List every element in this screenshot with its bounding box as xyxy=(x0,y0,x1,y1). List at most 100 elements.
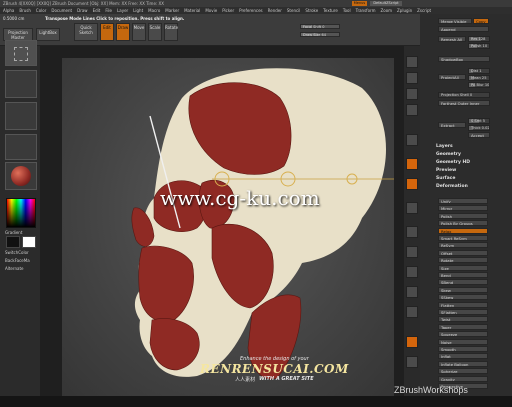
menu-tool[interactable]: Tool xyxy=(343,8,351,13)
section-geometry[interactable]: Geometry xyxy=(436,152,461,157)
farthest-outer-inner-toggle[interactable]: Farthest Outer Inner xyxy=(438,100,490,106)
deform-polish[interactable]: Polish xyxy=(438,212,488,219)
s-smt-slider[interactable]: S Smt 5 xyxy=(468,118,490,124)
menu-light[interactable]: Light xyxy=(133,8,143,13)
menu-transform[interactable]: Transform xyxy=(356,8,376,13)
actual-icon[interactable] xyxy=(406,88,418,100)
section-preview[interactable]: Preview xyxy=(436,168,456,173)
alpha-thumbnail[interactable] xyxy=(5,102,37,130)
menu-brush[interactable]: Brush xyxy=(19,8,31,13)
deform-inflate-balloon[interactable]: Inflate Balloon xyxy=(438,360,488,367)
deform-taper[interactable]: Taper xyxy=(438,323,488,330)
menu-zplugin[interactable]: Zplugin xyxy=(397,8,412,13)
deform-sbend[interactable]: SBend xyxy=(438,279,488,286)
scale-button[interactable]: Scale xyxy=(148,23,162,41)
deform-inflat[interactable]: Inflat xyxy=(438,353,488,360)
extract-button[interactable]: Extract xyxy=(438,122,466,128)
polyf-icon[interactable] xyxy=(406,306,418,318)
menu-document[interactable]: Document xyxy=(51,8,72,13)
deform-noise[interactable]: Noise xyxy=(438,338,488,345)
deform-smooth[interactable]: Smooth xyxy=(438,346,488,352)
menu-render[interactable]: Render xyxy=(268,8,282,13)
quick-sketch-button[interactable]: Quick Sketch xyxy=(74,23,98,41)
menu-color[interactable]: Color xyxy=(36,8,46,13)
projectall-button[interactable]: ProjectAll xyxy=(438,74,466,80)
deform-size[interactable]: Size xyxy=(438,264,488,271)
deform-skew[interactable]: Skew xyxy=(438,286,488,293)
menu-stencil[interactable]: Stencil xyxy=(287,8,301,13)
pa-blur-slider[interactable]: PA Blur 10 xyxy=(468,82,490,88)
copy-button[interactable]: Copy xyxy=(473,18,489,24)
thick-slider[interactable]: Thick 0.02 xyxy=(468,125,490,131)
local-icon[interactable] xyxy=(406,178,418,190)
menus-toggle-button[interactable]: Menus xyxy=(352,1,367,6)
mean-slider[interactable]: Mean 25 xyxy=(468,75,490,81)
backface-mask-button[interactable]: BackFaceMa xyxy=(5,258,30,263)
solo-icon[interactable] xyxy=(406,356,418,368)
deform-bend[interactable]: Bend xyxy=(438,272,488,278)
polish-slider[interactable]: Polish 10 xyxy=(468,43,490,49)
aahalf-icon[interactable] xyxy=(406,104,418,116)
main-color-swatch[interactable] xyxy=(22,236,36,248)
menu-draw[interactable]: Draw xyxy=(77,8,87,13)
rotate-icon[interactable] xyxy=(406,286,418,298)
canvas[interactable] xyxy=(62,58,394,396)
persp-icon[interactable] xyxy=(406,134,418,146)
section-deformation[interactable]: Deformation xyxy=(436,184,468,189)
deform-rotate[interactable]: Rotate xyxy=(438,257,488,264)
alternate-button[interactable]: Alternate xyxy=(5,266,23,271)
menu-zscript[interactable]: Zscript xyxy=(417,8,431,13)
menu-texture[interactable]: Texture xyxy=(323,8,338,13)
section-layers[interactable]: Layers xyxy=(436,144,453,149)
draw-button[interactable]: Draw xyxy=(116,23,130,41)
zoom-icon[interactable] xyxy=(406,72,418,84)
color-picker[interactable] xyxy=(6,198,36,228)
move-icon[interactable] xyxy=(406,246,418,258)
accept-button[interactable]: Accept xyxy=(468,132,490,138)
deform-flatten[interactable]: Flatten xyxy=(438,301,488,308)
floor-icon[interactable] xyxy=(406,158,418,170)
menu-stroke[interactable]: Stroke xyxy=(305,8,318,13)
deform-resym[interactable]: ReSym xyxy=(438,242,488,249)
menu-macro[interactable]: Macro xyxy=(148,8,160,13)
menu-marker[interactable]: Marker xyxy=(165,8,179,13)
texture-thumbnail[interactable] xyxy=(5,134,37,160)
deform-spherize[interactable]: Spherize xyxy=(438,368,488,375)
deform-offset[interactable]: Offset xyxy=(438,249,488,256)
material-thumbnail[interactable] xyxy=(5,162,37,190)
secondary-color-swatch[interactable] xyxy=(6,236,20,248)
default-zscript-button[interactable]: DefaultZScript xyxy=(370,1,402,6)
section-surface[interactable]: Surface xyxy=(436,176,455,181)
shadowbox-button[interactable]: ShadowBox xyxy=(438,56,490,62)
deform-mirror[interactable]: Mirror xyxy=(438,205,488,212)
menu-picker[interactable]: Picker xyxy=(222,8,234,13)
append-button[interactable]: Append xyxy=(438,26,489,32)
menu-movie[interactable]: Movie xyxy=(205,8,217,13)
projection-shell-slider[interactable]: Projection Shell 0 xyxy=(438,92,490,98)
scroll-icon[interactable] xyxy=(406,56,418,68)
stroke-thumbnail[interactable] xyxy=(5,70,37,98)
menu-zoom[interactable]: Zoom xyxy=(381,8,393,13)
menu-alpha[interactable]: Alpha xyxy=(3,8,14,13)
move-button[interactable]: Move xyxy=(132,23,146,41)
merge-visible-button[interactable]: Merge Visible xyxy=(438,18,472,24)
switch-color-button[interactable]: SwitchColor xyxy=(5,250,29,255)
deform-sskew[interactable]: SSkew xyxy=(438,294,488,301)
section-geometry-hd[interactable]: Geometry HD xyxy=(436,160,470,165)
menu-file[interactable]: File xyxy=(105,8,112,13)
scale-icon[interactable] xyxy=(406,266,418,278)
deform-gravity[interactable]: Gravity xyxy=(438,375,488,382)
brush-thumbnail[interactable] xyxy=(5,40,37,66)
lightbox-button[interactable]: LightBox xyxy=(36,28,60,41)
remesh-all-button[interactable]: Remesh All xyxy=(438,36,466,42)
focal-shift-slider[interactable]: Focal Shift 0 xyxy=(300,24,340,29)
frame-icon[interactable] xyxy=(406,226,418,238)
menu-edit[interactable]: Edit xyxy=(93,8,101,13)
deform-sflatten[interactable]: SFlatten xyxy=(438,309,488,315)
menu-preferences[interactable]: Preferences xyxy=(239,8,263,13)
deform-smart-resym[interactable]: Smart ReSym xyxy=(438,235,488,241)
deform-polish-by-groups[interactable]: Polish By Groups xyxy=(438,220,488,227)
menu-material[interactable]: Material xyxy=(184,8,200,13)
deform-squeeze[interactable]: Squeeze xyxy=(438,331,488,338)
deform-unify[interactable]: Unify xyxy=(438,198,488,204)
